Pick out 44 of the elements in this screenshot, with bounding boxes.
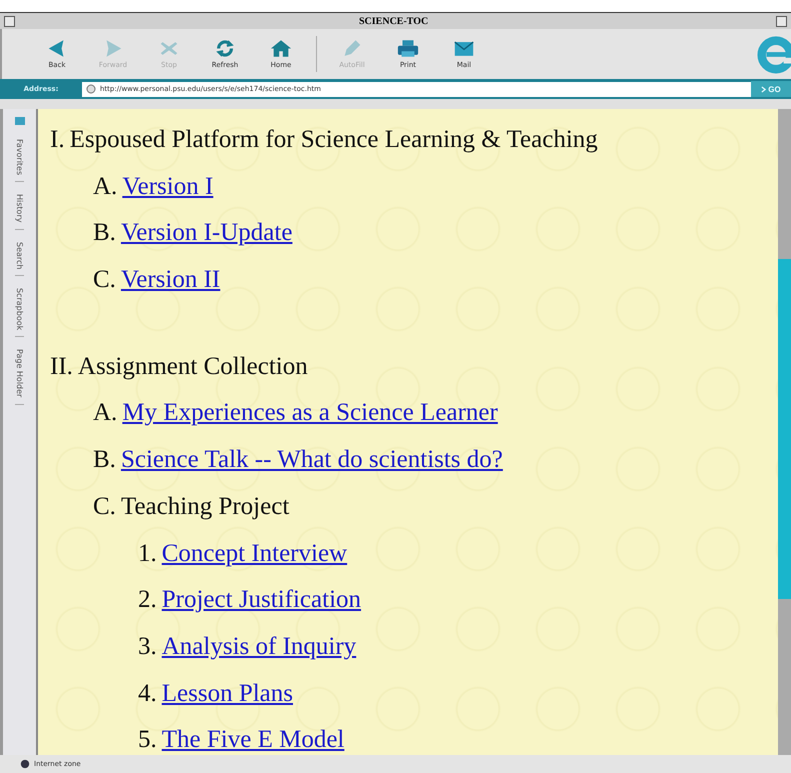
outline-link[interactable]: The Five E Model [162,726,344,754]
window-menu-icon[interactable] [4,16,15,26]
envelope-icon [453,39,475,58]
sidebar-tab[interactable]: History [15,188,24,230]
outline-heading: Teaching Project [120,492,290,520]
outline-link[interactable]: Lesson Plans [162,680,293,707]
outline-marker: A. [93,172,118,200]
outline-link[interactable]: Analysis of Inquiry [162,632,356,660]
outline-marker: C. [93,266,116,294]
outline-heading: Assignment Collection [78,352,308,380]
outline-marker: 2. [138,586,157,614]
scroll-thumb[interactable] [778,259,791,599]
outline-marker: 1. [138,540,157,566]
outline-marker: I. [50,126,65,153]
sidebar-tab[interactable]: Page Holder [15,343,24,405]
outline-link[interactable]: Version II [120,266,220,294]
scroll-bar[interactable] [778,109,791,755]
outline-marker: C. [93,492,116,520]
zoom-icon[interactable] [776,16,787,26]
sidebar-icon[interactable] [14,115,26,127]
outline-link[interactable]: Concept Interview [162,540,348,566]
outline-marker: 5. [138,726,157,754]
sidebar-tab[interactable]: Scrapbook [15,282,24,338]
globe-icon [20,759,30,769]
outline-link[interactable]: My Experiences as a Science Learner [122,399,498,426]
outline-marker: B. [93,446,116,474]
house-icon [270,39,292,58]
outline-link[interactable]: Version I [122,172,214,200]
outline-link[interactable]: Project Justification [162,586,362,614]
outline-marker: 3. [138,632,157,660]
chevron-icon [761,86,766,92]
outline-link[interactable]: Science Talk -- What do scientists do? [120,446,503,474]
sidebar-tab[interactable]: Search [15,236,24,276]
outline-marker: II. [50,352,73,380]
outline-marker: B. [93,219,116,246]
refresh-icon [214,39,236,58]
outline-link[interactable]: Version I-Update [120,219,292,246]
outline-heading: Espoused Platform for Science Learning & Teaching [70,126,598,153]
outline-marker: 4. [138,680,157,707]
sidebar-tab[interactable]: Favorites [15,133,24,182]
printer-icon [397,39,419,58]
x-icon [158,39,180,58]
outline-marker: A. [93,399,118,426]
page-icon [86,84,96,94]
